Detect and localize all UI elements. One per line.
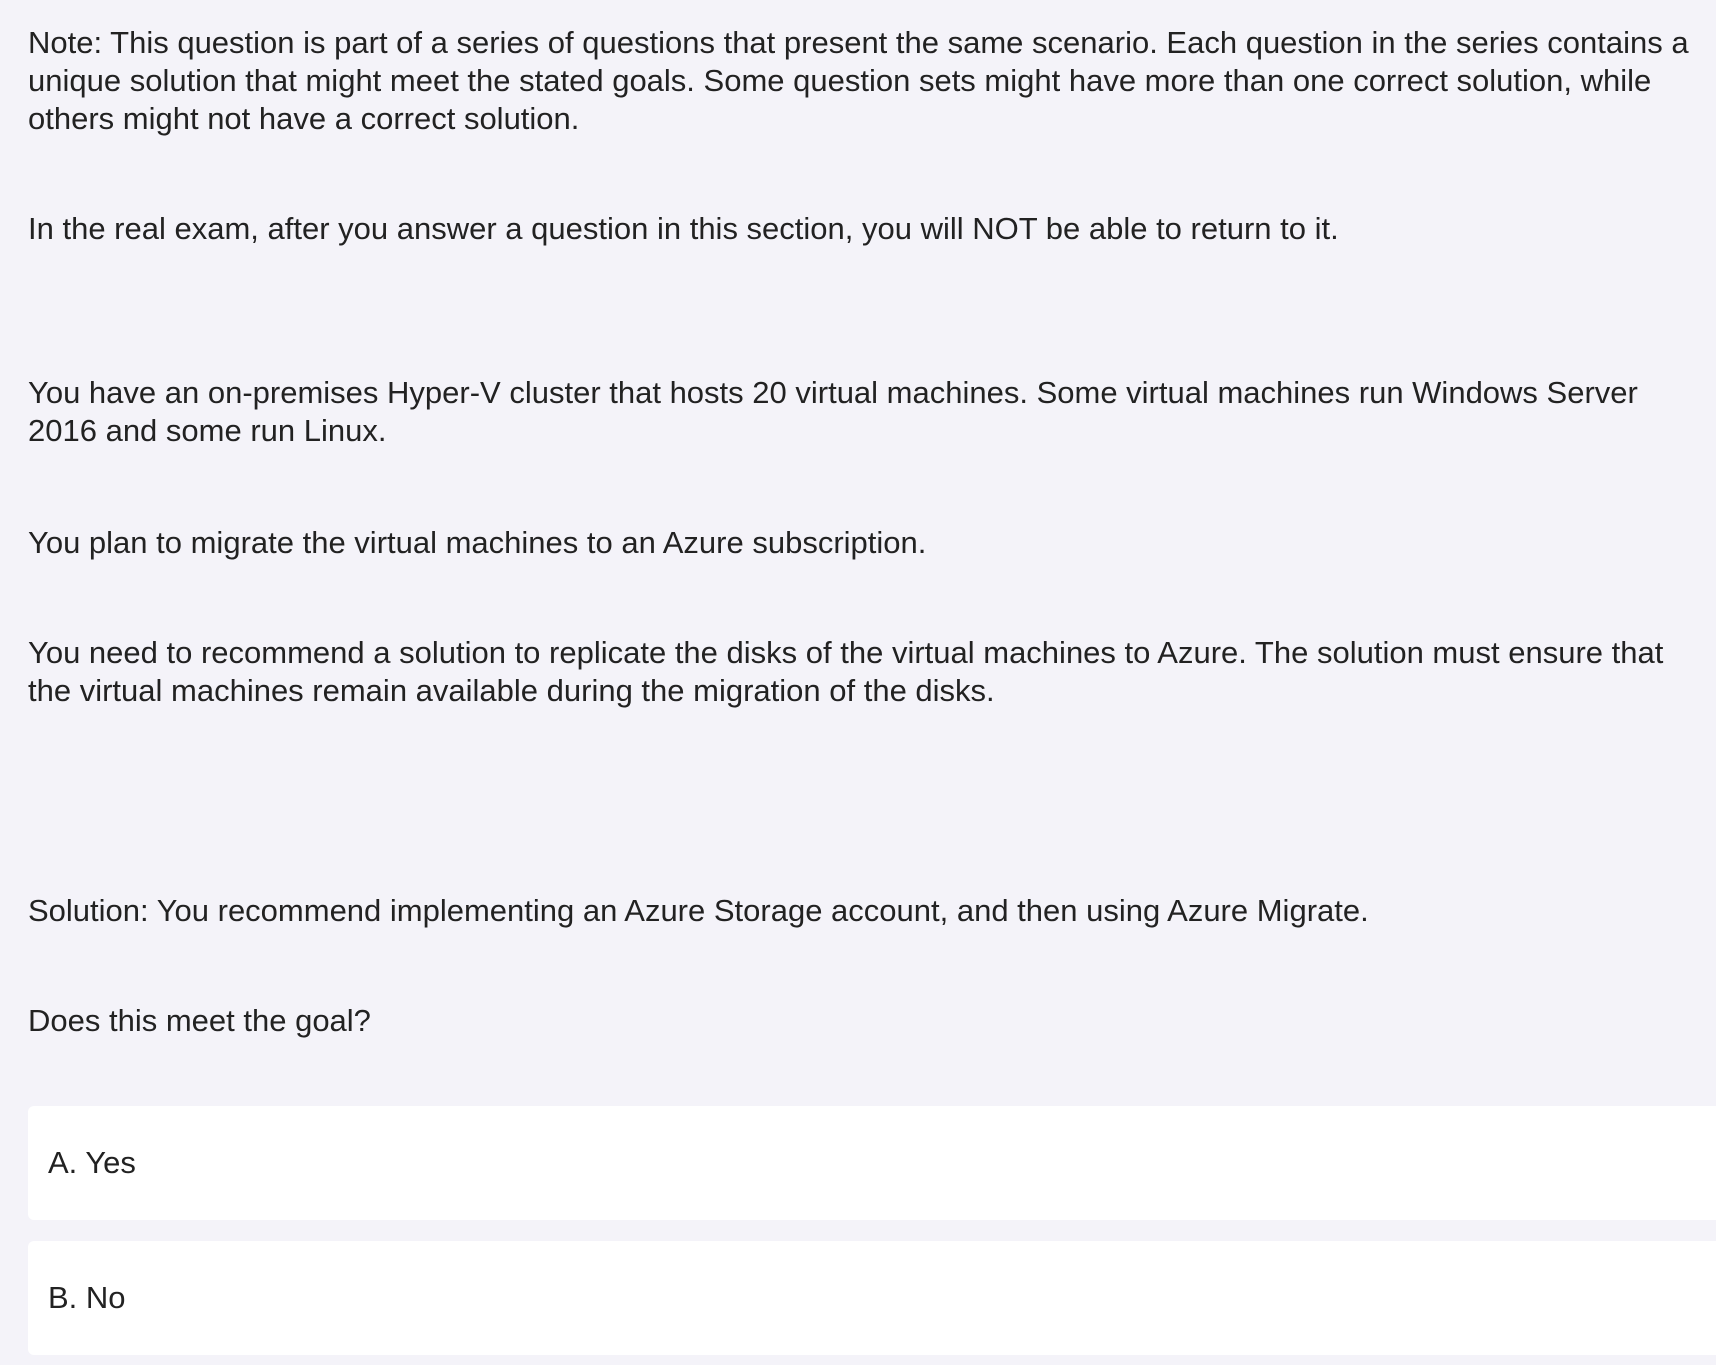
answer-option-b-label: B. No: [48, 1280, 126, 1315]
answer-option-a-label: A. Yes: [48, 1145, 136, 1180]
answer-option-b[interactable]: B. No: [28, 1241, 1716, 1355]
scenario-text: You have an on-premises Hyper-V cluster …: [28, 375, 1638, 448]
answer-option-a[interactable]: A. Yes: [28, 1106, 1716, 1220]
solution-text: Solution: You recommend implementing an …: [28, 893, 1369, 928]
requirement-text: You need to recommend a solution to repl…: [28, 635, 1664, 708]
note-text: Note: This question is part of a series …: [28, 25, 1689, 136]
exam-notice-text: In the real exam, after you answer a que…: [28, 211, 1339, 246]
question-prompt: Does this meet the goal?: [28, 1003, 371, 1038]
plan-text: You plan to migrate the virtual machines…: [28, 525, 927, 560]
